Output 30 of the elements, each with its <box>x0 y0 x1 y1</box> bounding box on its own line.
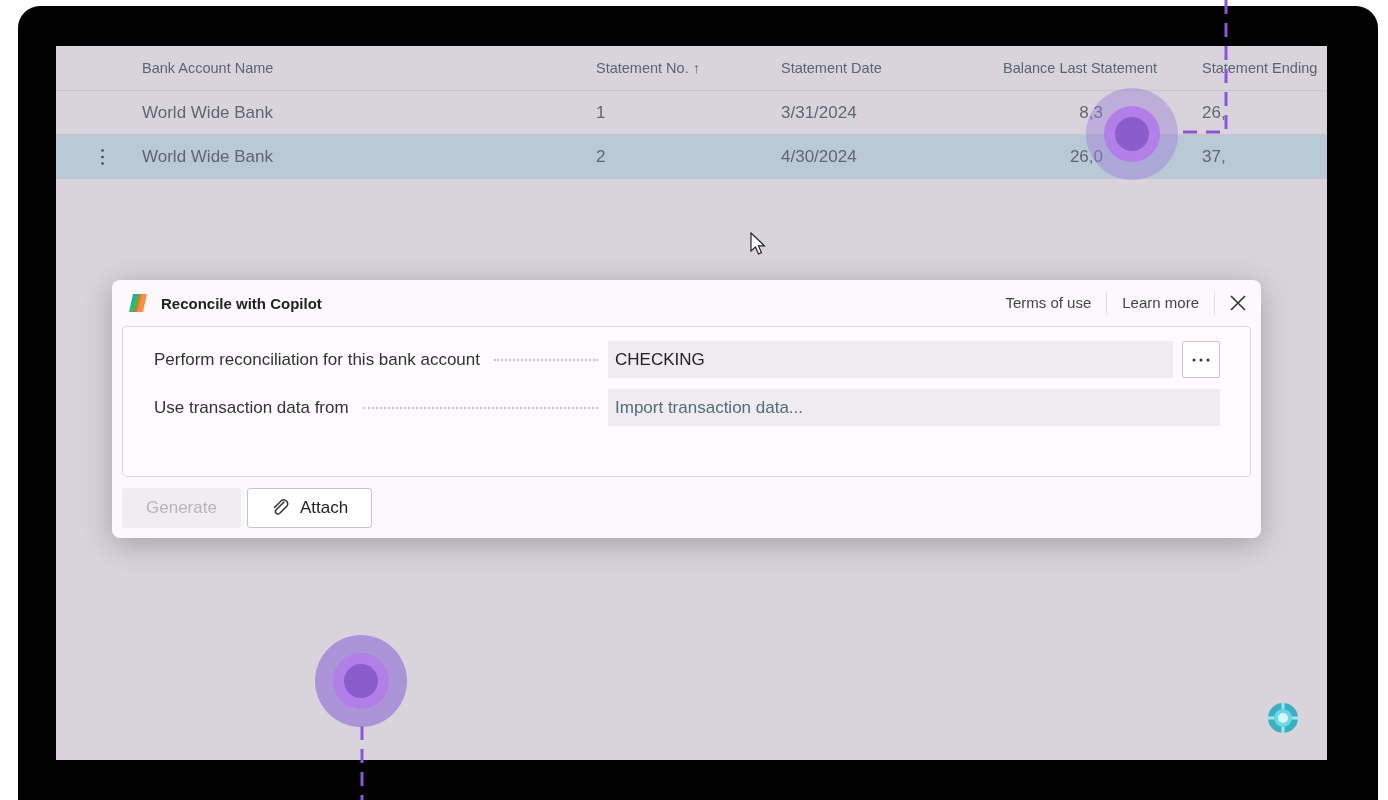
header-link[interactable]: Learn more <box>1107 291 1215 315</box>
table-cell: 1 <box>596 102 606 123</box>
more-icon <box>1191 357 1211 362</box>
copilot-logo-icon <box>126 291 150 315</box>
table-cell: World Wide Bank <box>142 146 273 167</box>
column-header[interactable]: Statement No. ↑ <box>596 60 700 76</box>
table-row[interactable]: World Wide Bank 2 4/30/2024 26,0 37, <box>56 135 1327 179</box>
table-cell: 3/31/2024 <box>781 102 857 123</box>
table-cell: 2 <box>596 146 606 167</box>
account-field[interactable]: CHECKING <box>608 341 1173 378</box>
field-label: Perform reconciliation for this bank account <box>154 349 480 370</box>
table-cell: World Wide Bank <box>142 102 273 123</box>
dialog-title: Reconcile with Copilot <box>161 294 323 312</box>
column-header[interactable]: Balance Last Statement <box>1003 60 1157 76</box>
table-cell: 8,3 <box>1079 102 1103 123</box>
field-label: Use transaction data from <box>154 397 349 418</box>
header-link[interactable]: Terms of use <box>990 291 1108 315</box>
table-cell: 37, <box>1202 146 1226 167</box>
more-vertical-icon[interactable] <box>100 147 105 166</box>
table-cell: 26,0 <box>1069 146 1103 167</box>
table-cell: 4/30/2024 <box>781 146 857 167</box>
import-field[interactable]: Import transaction data... <box>608 389 1220 426</box>
column-header[interactable]: Statement Ending <box>1202 60 1318 76</box>
close-icon[interactable] <box>1229 294 1247 312</box>
column-header[interactable]: Statement Date <box>781 60 882 76</box>
column-header[interactable]: Bank Account Name <box>142 60 274 76</box>
table-cell: 26, <box>1202 102 1226 123</box>
app-logo-icon <box>1266 701 1300 735</box>
mouse-pointer-icon <box>750 232 767 256</box>
attach-button[interactable]: Attach <box>246 488 373 528</box>
